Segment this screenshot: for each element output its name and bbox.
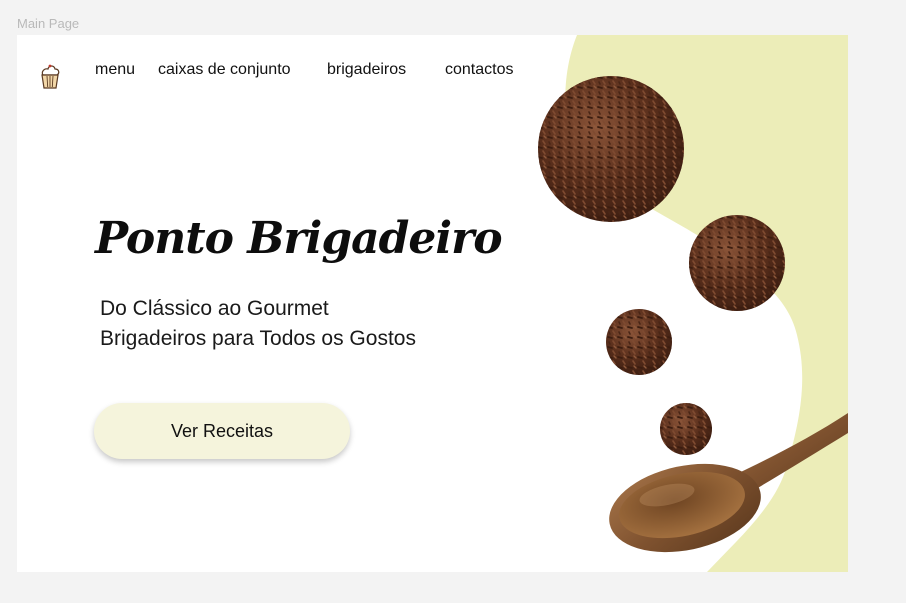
brigadeiro-large-image (538, 76, 684, 222)
brigadeiro-medium-image (689, 215, 785, 311)
hero-title: Ponto Brigadeiro (95, 213, 503, 264)
nav-item-brigadeiros[interactable]: brigadeiros (327, 61, 406, 81)
frame-label: Main Page (17, 16, 80, 31)
nav-item-contactos[interactable]: contactos (445, 61, 513, 81)
cupcake-icon[interactable] (39, 63, 61, 89)
nav-item-menu[interactable]: menu (95, 61, 135, 81)
ver-receitas-button[interactable]: Ver Receitas (94, 403, 350, 459)
nav-item-caixas-de-conjunto[interactable]: caixas de conjunto (158, 61, 291, 81)
hero-subtitle-line2: Brigadeiros para Todos os Gostos (100, 327, 416, 350)
main-page-frame: menu caixas de conjunto brigadeiros cont… (17, 35, 848, 572)
brigadeiro-tiny-image (660, 403, 712, 455)
brigadeiro-small-image (606, 309, 672, 375)
hero-subtitle-line1: Do Clássico ao Gourmet (100, 297, 329, 320)
